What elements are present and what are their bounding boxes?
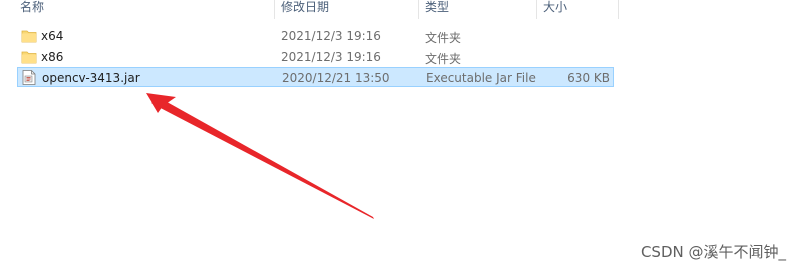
file-type: 文件夹 [425,52,462,66]
file-name: x64 [41,29,64,43]
file-date-modified: 2020/12/21 13:50 [282,71,390,85]
folder-icon [21,29,37,43]
file-type: Executable Jar File [426,71,536,85]
column-header-size[interactable]: 大小 [537,0,619,19]
file-row-x86[interactable]: x86 2021/12/3 19:16 文件夹 [17,47,614,67]
watermark-text: CSDN @溪午不闻钟_ [640,243,786,261]
file-type: 文件夹 [425,31,462,45]
file-row-opencv-jar[interactable]: opencv-3413.jar 2020/12/21 13:50 Executa… [17,67,614,87]
column-header-date-modified[interactable]: 修改日期 [275,0,419,19]
file-explorer: 名称 修改日期 类型 大小 x64 2021/12/3 19:16 文件夹 x8… [0,0,796,270]
file-row-x64[interactable]: x64 2021/12/3 19:16 文件夹 [17,26,614,46]
file-date-modified: 2021/12/3 19:16 [281,29,381,43]
folder-icon [21,50,37,64]
file-name: opencv-3413.jar [42,71,140,85]
file-name: x86 [41,50,64,64]
file-size: 630 KB [567,71,610,85]
column-header-type[interactable]: 类型 [419,0,537,19]
column-header-name[interactable]: 名称 [0,0,275,19]
file-date-modified: 2021/12/3 19:16 [281,50,381,64]
column-header-row: 名称 修改日期 类型 大小 [0,0,620,19]
jar-file-icon [22,70,38,85]
